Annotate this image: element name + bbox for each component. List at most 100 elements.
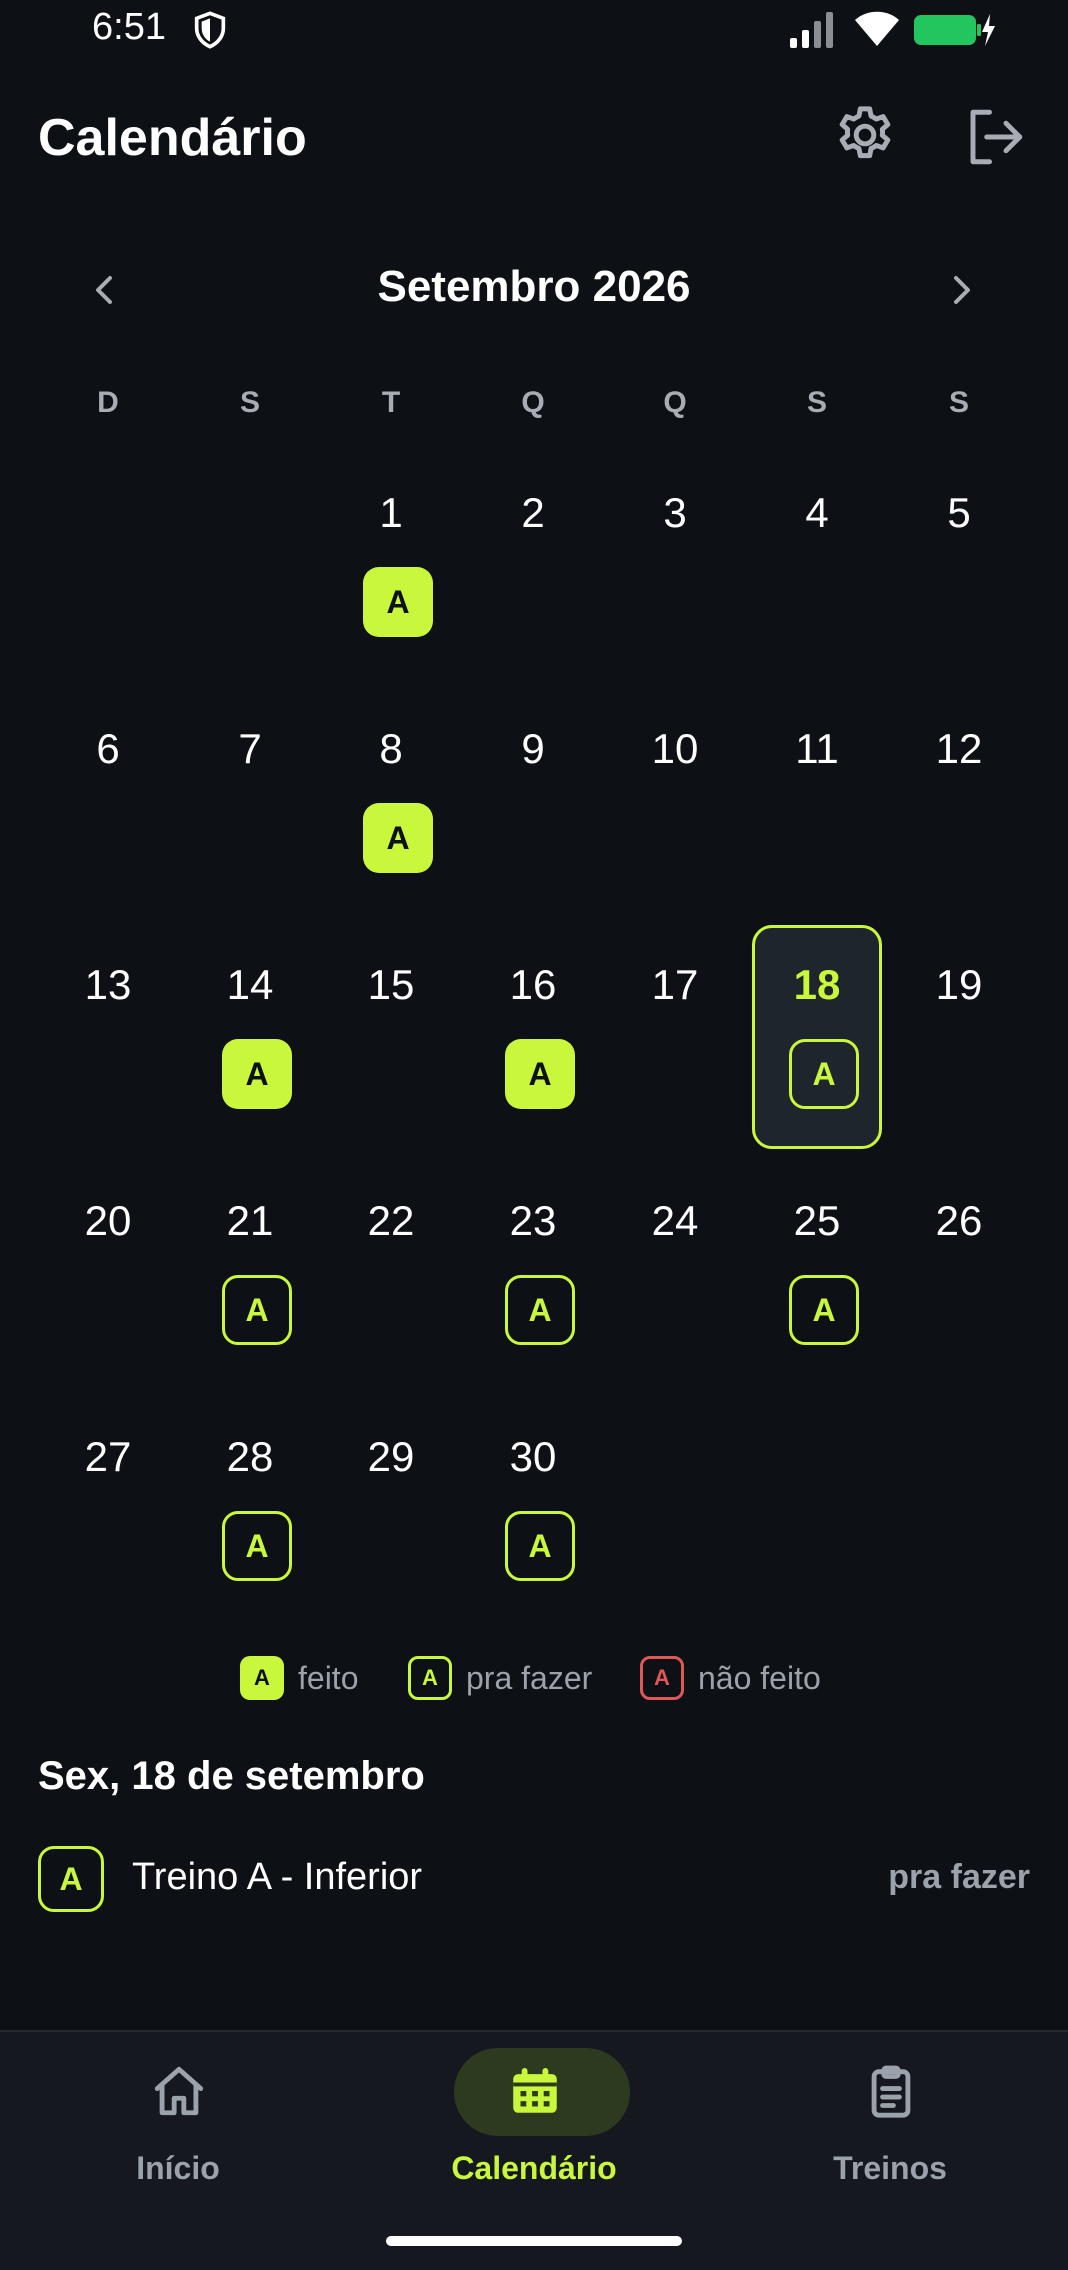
workout-name: Treino A - Inferior bbox=[132, 1856, 423, 1898]
prev-month-button[interactable] bbox=[78, 262, 128, 318]
workout-badge-done: A bbox=[363, 803, 433, 873]
day-number: 14 bbox=[226, 961, 274, 1008]
logout-icon[interactable] bbox=[962, 104, 1028, 170]
status-time: 6:51 bbox=[92, 6, 166, 48]
calendar-day-8[interactable]: 8A bbox=[327, 725, 455, 945]
day-number: 2 bbox=[521, 489, 545, 536]
day-number: 26 bbox=[935, 1197, 983, 1244]
day-number: 27 bbox=[84, 1433, 132, 1480]
calendar-day-30[interactable]: 30 A bbox=[469, 1433, 597, 1653]
legend-badge-missed: A bbox=[640, 1656, 684, 1700]
day-number: 13 bbox=[84, 961, 132, 1008]
nav-label: Início bbox=[136, 2150, 220, 2186]
workout-badge-done: A bbox=[222, 1039, 292, 1109]
weekday-header: Q bbox=[521, 386, 545, 419]
calendar-day-7[interactable]: 7 bbox=[186, 725, 314, 945]
calendar-day-19[interactable]: 19 bbox=[895, 961, 1023, 1181]
day-number: 28 bbox=[226, 1433, 274, 1480]
day-number: 22 bbox=[367, 1197, 415, 1244]
day-number: 15 bbox=[367, 961, 415, 1008]
day-number: 7 bbox=[238, 725, 262, 772]
day-number: 8 bbox=[379, 725, 403, 772]
legend-badge-done: A bbox=[240, 1656, 284, 1700]
workout-badge: A bbox=[38, 1846, 104, 1912]
calendar-day-13[interactable]: 13 bbox=[44, 961, 172, 1181]
legend-badge-todo: A bbox=[408, 1656, 452, 1700]
calendar-day-5[interactable]: 5 bbox=[895, 489, 1023, 709]
calendar-day-15[interactable]: 15 bbox=[327, 961, 455, 1181]
calendar-icon bbox=[513, 2068, 557, 2113]
calendar-day-20[interactable]: 20 bbox=[44, 1197, 172, 1417]
calendar-day-16[interactable]: 16 A bbox=[469, 961, 597, 1181]
workout-badge-todo: A bbox=[505, 1275, 575, 1345]
weekday-header: Q bbox=[663, 386, 687, 419]
day-number: 4 bbox=[805, 489, 829, 536]
day-number: 24 bbox=[651, 1197, 699, 1244]
calendar-day-4[interactable]: 4 bbox=[753, 489, 881, 709]
day-number: 10 bbox=[651, 725, 699, 772]
calendar-day-22[interactable]: 22 bbox=[327, 1197, 455, 1417]
weekday-header: S bbox=[239, 386, 260, 419]
gear-icon[interactable] bbox=[832, 102, 898, 168]
calendar-day-28[interactable]: 28 A bbox=[186, 1433, 314, 1653]
workout-badge-todo: A bbox=[222, 1275, 292, 1345]
day-number: 23 bbox=[509, 1197, 557, 1244]
calendar-day-27[interactable]: 27 bbox=[44, 1433, 172, 1653]
weekday-header: D bbox=[97, 386, 119, 419]
shield-icon bbox=[194, 11, 226, 49]
calendar-day-29[interactable]: 29 bbox=[327, 1433, 455, 1653]
calendar-day-6[interactable]: 6 bbox=[44, 725, 172, 945]
status-bar: 6:51 bbox=[0, 0, 1068, 56]
calendar-day-1[interactable]: 1A bbox=[327, 489, 455, 709]
calendar-day-14[interactable]: 14 A bbox=[186, 961, 314, 1181]
day-number: 5 bbox=[947, 489, 971, 536]
workout-badge-done: A bbox=[505, 1039, 575, 1109]
day-number: 21 bbox=[226, 1197, 274, 1244]
selected-date-heading: Sex, 18 de setembro bbox=[38, 1754, 425, 1798]
workout-badge-todo: A bbox=[789, 1039, 859, 1109]
workout-badge-todo: A bbox=[789, 1275, 859, 1345]
nav-label: Calendário bbox=[451, 2150, 617, 2186]
weekday-header: S bbox=[948, 386, 969, 419]
legend-item-missed: A não feito bbox=[640, 1656, 821, 1700]
calendar-day-2[interactable]: 2 bbox=[469, 489, 597, 709]
day-number: 9 bbox=[521, 725, 545, 772]
day-number: 25 bbox=[793, 1197, 841, 1244]
calendar-day-11[interactable]: 11 bbox=[753, 725, 881, 945]
calendar-day-12[interactable]: 12 bbox=[895, 725, 1023, 945]
legend-label: pra fazer bbox=[466, 1659, 593, 1696]
nav-item-inicio[interactable]: Início bbox=[0, 2032, 356, 2212]
day-number: 30 bbox=[509, 1433, 557, 1480]
calendar-day-21[interactable]: 21 A bbox=[186, 1197, 314, 1417]
calendar-day-25[interactable]: 25 A bbox=[753, 1197, 881, 1417]
nav-item-calendario[interactable]: Calendário bbox=[356, 2032, 712, 2212]
day-number: 29 bbox=[367, 1433, 415, 1480]
day-number: 12 bbox=[935, 725, 983, 772]
calendar-day-18[interactable]: 18 A bbox=[753, 961, 881, 1181]
calendar-day-24[interactable]: 24 bbox=[611, 1197, 739, 1417]
next-month-button[interactable] bbox=[938, 262, 988, 318]
nav-label: Treinos bbox=[833, 2150, 947, 2186]
workout-status: pra fazer bbox=[888, 1858, 1030, 1896]
calendar-day-10[interactable]: 10 bbox=[611, 725, 739, 945]
workout-badge-todo: A bbox=[505, 1511, 575, 1581]
day-number: 20 bbox=[84, 1197, 132, 1244]
weekday-header: S bbox=[806, 386, 827, 419]
calendar-day-3[interactable]: 3 bbox=[611, 489, 739, 709]
day-number: 17 bbox=[651, 961, 699, 1008]
day-number: 18 bbox=[793, 961, 841, 1008]
battery-charging-icon bbox=[914, 14, 995, 46]
legend-item-done: A feito bbox=[240, 1656, 358, 1700]
calendar-day-23[interactable]: 23 A bbox=[469, 1197, 597, 1417]
day-number: 6 bbox=[96, 725, 120, 772]
legend-label: não feito bbox=[698, 1659, 821, 1696]
calendar-day-26[interactable]: 26 bbox=[895, 1197, 1023, 1417]
day-number: 16 bbox=[509, 961, 557, 1008]
workout-item[interactable]: A Treino A - Inferior pra fazer bbox=[38, 1846, 1030, 1912]
nav-item-treinos[interactable]: Treinos bbox=[712, 2032, 1068, 2212]
page-title: Calendário bbox=[38, 109, 307, 167]
calendar-day-17[interactable]: 17 bbox=[611, 961, 739, 1181]
bottom-nav: Início Calendário Treinos bbox=[0, 2030, 1068, 2270]
calendar-day-9[interactable]: 9 bbox=[469, 725, 597, 945]
workout-badge-done: A bbox=[363, 567, 433, 637]
